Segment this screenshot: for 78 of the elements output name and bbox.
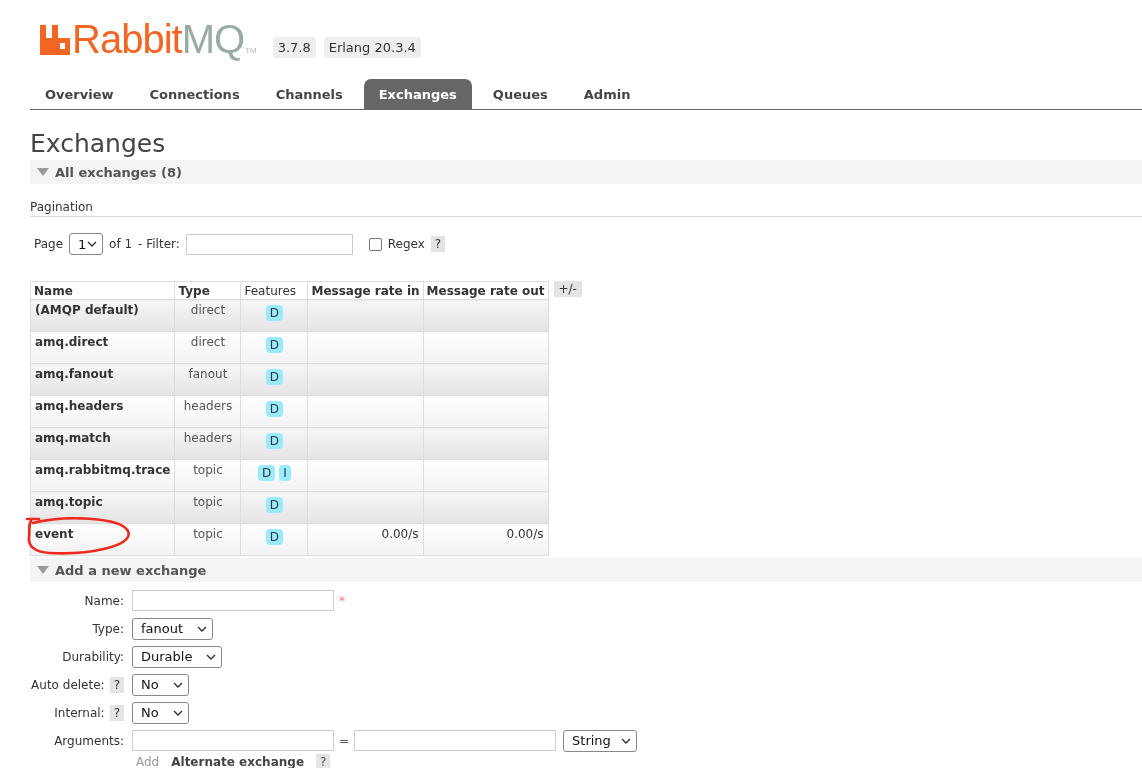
table-cell: topic: [174, 523, 241, 556]
caret-icon: [87, 241, 98, 247]
dropdown[interactable]: String: [563, 729, 638, 752]
table-cell: headers: [174, 427, 241, 460]
filter-field[interactable]: [185, 233, 353, 255]
caret-icon: [172, 681, 183, 688]
table-cell: topic: [174, 459, 241, 492]
column-header: Type: [174, 281, 241, 300]
column-header: Features: [240, 281, 308, 300]
page-label: Page: [34, 237, 64, 251]
feature-badge: D: [265, 433, 284, 449]
table-cell: amq.fanout: [30, 363, 175, 396]
alternate-exchange-link[interactable]: Alternate exchange: [171, 755, 305, 768]
caret-icon: [621, 737, 632, 744]
pagination-heading: Pagination: [30, 200, 1142, 217]
feature-badge: D: [258, 465, 276, 481]
feature-badge: D: [265, 369, 284, 385]
name-field[interactable]: [132, 590, 334, 611]
table-cell: amq.headers: [30, 395, 175, 428]
column-header: Message rate in: [307, 281, 424, 300]
feature-badge: D: [265, 497, 284, 513]
regex-label: Regex: [387, 237, 425, 251]
feature-badge: D: [265, 401, 284, 417]
dropdown[interactable]: Durable: [132, 645, 223, 668]
dropdown[interactable]: No: [132, 701, 189, 724]
argument-value-field[interactable]: [354, 730, 557, 751]
rabbit-logo-icon: [40, 25, 70, 55]
version-label: Erlang 20.3.4: [323, 37, 421, 58]
table-cell: direct: [174, 331, 241, 364]
dropdown[interactable]: No: [132, 673, 189, 696]
feature-badge: D: [265, 337, 284, 353]
nav-tab[interactable]: Exchanges: [363, 79, 472, 109]
feature-badge: I: [279, 465, 291, 481]
version-label: 3.7.8: [272, 37, 316, 58]
equals-sign: =: [339, 733, 350, 748]
table-cell: headers: [174, 395, 241, 428]
help-button[interactable]: ?: [109, 704, 124, 721]
dropdown[interactable]: fanout: [132, 617, 214, 640]
nav-tab[interactable]: Connections: [134, 79, 255, 109]
field-label: Durability:: [62, 649, 124, 664]
help-button[interactable]: ?: [430, 236, 446, 252]
required-marker: *: [339, 593, 345, 608]
table-cell: 0.00/s: [307, 523, 424, 556]
nav-tab[interactable]: Admin: [568, 79, 646, 109]
column-toggle-button[interactable]: +/-: [553, 281, 582, 297]
table-cell: topic: [174, 491, 241, 524]
page-count: of 1: [109, 237, 133, 251]
field-label: Internal:: [54, 705, 105, 720]
feature-badge: D: [265, 529, 284, 545]
caret-icon: [197, 625, 208, 632]
feature-badge: D: [265, 305, 284, 321]
help-button[interactable]: ?: [316, 754, 331, 768]
nav-tab[interactable]: Queues: [477, 79, 563, 109]
field-label: Arguments:: [54, 733, 124, 748]
table-cell: direct: [174, 299, 241, 332]
table-cell: amq.direct: [30, 331, 175, 364]
table-cell: (AMQP default): [30, 299, 175, 332]
table-cell: fanout: [174, 363, 241, 396]
nav-tab[interactable]: Channels: [260, 79, 358, 109]
caret-icon: [206, 653, 217, 660]
section-header[interactable]: Add a new exchange: [30, 558, 1142, 582]
regex-checkbox[interactable]: [368, 237, 382, 251]
table-cell: amq.rabbitmq.trace: [30, 459, 175, 492]
field-label: Auto delete:: [31, 677, 105, 692]
section-header[interactable]: All exchanges (8): [30, 160, 1142, 184]
page-title: Exchanges: [30, 130, 167, 158]
table-cell: amq.match: [30, 427, 175, 460]
field-label: Name:: [84, 593, 124, 608]
caret-icon: [172, 709, 183, 716]
field-label: Type:: [92, 621, 124, 636]
filter-label: - Filter:: [138, 237, 180, 251]
nav-tab[interactable]: Overview: [30, 79, 129, 109]
dropdown[interactable]: 1: [69, 233, 104, 255]
argument-key-field[interactable]: [132, 730, 334, 751]
column-header: Message rate out: [423, 281, 548, 300]
help-button[interactable]: ?: [109, 676, 124, 693]
column-header: Name: [30, 281, 175, 300]
table-cell: 0.00/s: [423, 523, 548, 556]
